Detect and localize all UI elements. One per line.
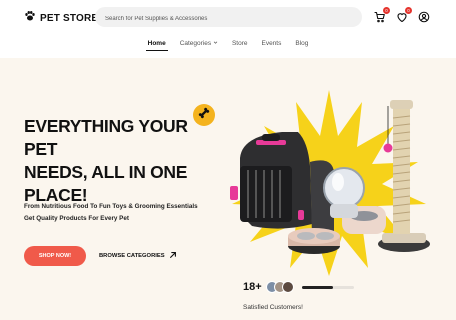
- customer-count: 18+: [243, 281, 262, 293]
- satisfied-customers-label: Satisfied Customers!: [243, 304, 303, 311]
- bone-badge: [193, 104, 215, 126]
- customer-stats: 18+: [243, 281, 354, 293]
- cart-count-badge: 0: [383, 7, 390, 14]
- site-header: PET STORE 0 0: [0, 0, 456, 34]
- nav-blog[interactable]: Blog: [293, 36, 310, 56]
- logo-text: PET STORE: [40, 12, 99, 24]
- cart-button[interactable]: 0: [374, 7, 390, 23]
- hero-subtitle: From Nutritious Food To Fun Toys & Groom…: [24, 201, 224, 225]
- rating-bar-fill: [301, 285, 333, 289]
- bone-icon: [197, 106, 211, 125]
- wishlist-button[interactable]: 0: [396, 7, 412, 23]
- browse-categories-label: BROWSE CATEGORIES: [99, 253, 165, 259]
- chevron-down-icon: [213, 40, 218, 47]
- nav-store[interactable]: Store: [230, 36, 250, 56]
- paw-icon: [24, 9, 36, 27]
- hero-section: EVERYTHING YOUR PET NEEDS, ALL IN ONE PL…: [0, 58, 456, 320]
- logo[interactable]: PET STORE: [24, 9, 98, 27]
- hero-headline: EVERYTHING YOUR PET NEEDS, ALL IN ONE PL…: [24, 115, 224, 207]
- wishlist-count-badge: 0: [405, 7, 412, 14]
- browse-categories-link[interactable]: BROWSE CATEGORIES: [99, 251, 177, 261]
- nav-events[interactable]: Events: [259, 36, 283, 56]
- customer-avatars: [265, 281, 294, 293]
- headline-line-2: NEEDS, ALL IN ONE: [24, 162, 188, 182]
- user-icon: [418, 10, 430, 27]
- avatar: [281, 281, 294, 293]
- subtitle-line-2: Get Quality Products For Every Pet: [24, 215, 129, 222]
- header-icons: 0 0: [374, 7, 430, 23]
- account-button[interactable]: [418, 10, 430, 23]
- nav-categories[interactable]: Categories: [178, 36, 220, 56]
- search-input[interactable]: [95, 9, 362, 29]
- nav-categories-label: Categories: [179, 40, 212, 47]
- hero-product-image: [230, 90, 430, 276]
- arrow-up-right-icon: [169, 251, 177, 261]
- search-bar: [95, 7, 362, 29]
- subtitle-line-1: From Nutritious Food To Fun Toys & Groom…: [24, 203, 198, 210]
- shop-now-button[interactable]: SHOP NOW!: [24, 246, 86, 266]
- headline-line-1: EVERYTHING YOUR PET: [24, 116, 188, 159]
- rating-bar: [301, 285, 354, 289]
- nav-home[interactable]: Home: [145, 36, 168, 51]
- main-nav: Home Categories Store Events Blog: [0, 36, 456, 56]
